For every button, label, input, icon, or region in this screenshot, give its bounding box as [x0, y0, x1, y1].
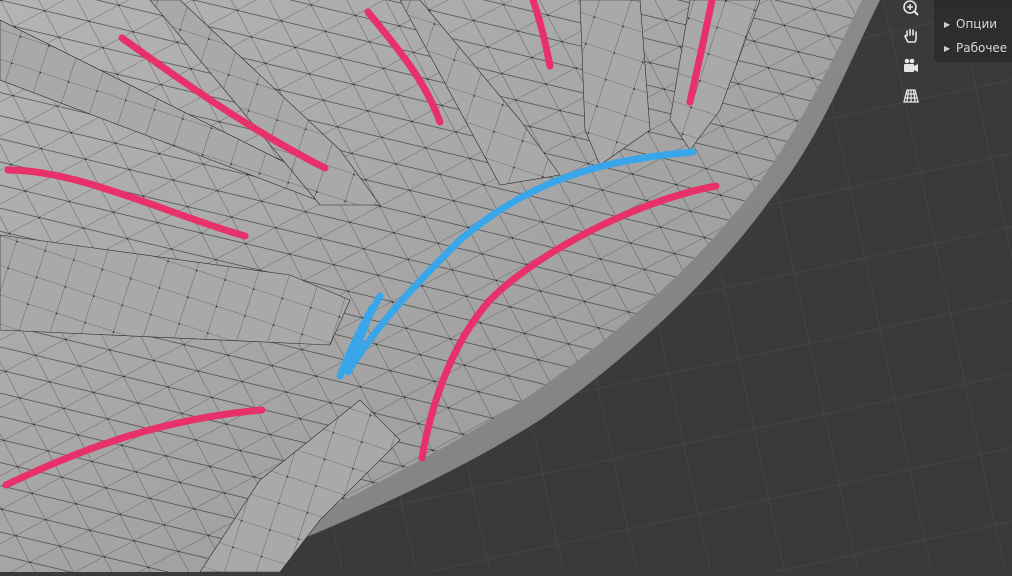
camera-icon[interactable] [898, 54, 924, 78]
panel-header-strip [934, 0, 1012, 8]
3d-viewport[interactable] [0, 0, 1012, 573]
panel-item-options[interactable]: ▶ Опции [934, 12, 1012, 36]
grid-perspective-icon[interactable] [898, 84, 924, 108]
zoom-icon[interactable] [898, 0, 924, 20]
expand-triangle-icon: ▶ [944, 19, 951, 29]
panel-item-label: Рабочее г [956, 41, 1012, 55]
viewport-canvas [0, 0, 1012, 573]
panel-item-label: Опции [956, 17, 998, 31]
hand-pan-icon[interactable] [898, 24, 924, 48]
panel-item-workspace[interactable]: ▶ Рабочее г [934, 36, 1012, 60]
expand-triangle-icon: ▶ [944, 43, 951, 53]
side-panel: ▶ Опции ▶ Рабочее г [934, 0, 1012, 62]
